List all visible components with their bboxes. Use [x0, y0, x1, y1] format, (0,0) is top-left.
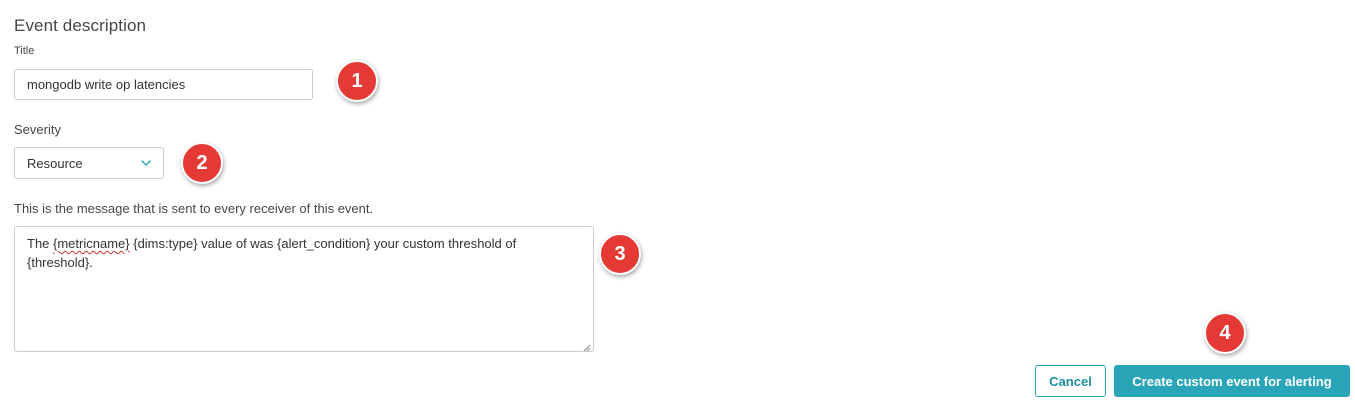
annotation-badge-1: 1 — [336, 60, 378, 102]
create-custom-event-button[interactable]: Create custom event for alerting — [1114, 365, 1350, 397]
message-label: This is the message that is sent to ever… — [14, 201, 374, 216]
cancel-button[interactable]: Cancel — [1035, 365, 1106, 397]
severity-select[interactable]: Resource — [14, 147, 164, 179]
annotation-badge-2: 2 — [181, 142, 223, 184]
annotation-badge-3: 3 — [599, 233, 641, 275]
message-text-start: The — [27, 236, 54, 251]
chevron-down-icon — [141, 158, 151, 168]
message-textarea[interactable]: The {metricname} {dims:type} value of wa… — [14, 226, 594, 352]
event-description-form: Event description Title Severity Resourc… — [0, 0, 1355, 406]
message-text-misspelled: {metricname} — [53, 236, 130, 251]
annotation-badge-4: 4 — [1204, 312, 1246, 354]
title-label: Title — [14, 45, 35, 57]
severity-selected-value: Resource — [27, 155, 83, 171]
section-title: Event description — [14, 16, 147, 35]
title-input[interactable] — [14, 69, 313, 100]
severity-label: Severity — [14, 122, 61, 137]
resize-handle-icon[interactable] — [581, 339, 591, 351]
